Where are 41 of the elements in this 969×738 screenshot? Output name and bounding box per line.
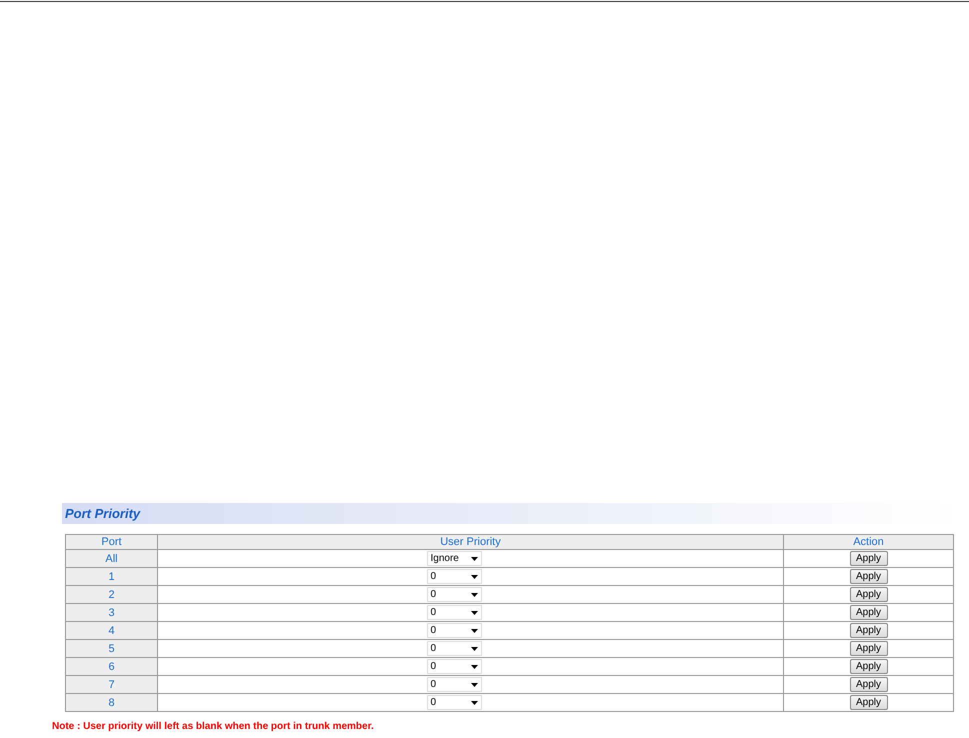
priority-select[interactable]: 0 bbox=[426, 659, 482, 674]
section-title: Port Priority bbox=[65, 504, 140, 523]
port-cell: 8 bbox=[66, 694, 158, 712]
port-cell: 5 bbox=[66, 640, 158, 658]
apply-button[interactable]: Apply bbox=[850, 551, 888, 566]
apply-button[interactable]: Apply bbox=[850, 695, 888, 710]
dropdown-caret-icon bbox=[470, 682, 478, 686]
port-cell: 4 bbox=[66, 622, 158, 640]
note-text: Note : User priority will left as blank when the port in trunk member. bbox=[52, 721, 374, 732]
dropdown-caret-icon bbox=[470, 646, 478, 650]
priority-select[interactable]: 0 bbox=[426, 587, 482, 602]
column-header: Port bbox=[66, 534, 158, 550]
dropdown-caret-icon bbox=[470, 610, 478, 614]
apply-button[interactable]: Apply bbox=[850, 677, 888, 692]
column-header: Action bbox=[784, 534, 954, 550]
dropdown-caret-icon bbox=[470, 664, 478, 668]
apply-button[interactable]: Apply bbox=[850, 605, 888, 620]
apply-button[interactable]: Apply bbox=[850, 659, 888, 674]
dropdown-caret-icon bbox=[470, 574, 478, 578]
dropdown-caret-icon bbox=[470, 628, 478, 632]
priority-select[interactable]: 0 bbox=[426, 641, 482, 656]
apply-button[interactable]: Apply bbox=[850, 587, 888, 602]
priority-select[interactable]: 0 bbox=[426, 623, 482, 638]
dropdown-caret-icon bbox=[470, 592, 478, 596]
priority-select[interactable]: 0 bbox=[426, 677, 482, 692]
priority-select[interactable]: Ignore bbox=[426, 551, 482, 566]
dropdown-caret-icon bbox=[470, 700, 478, 704]
port-cell: 2 bbox=[66, 586, 158, 604]
priority-select[interactable]: 0 bbox=[426, 605, 482, 620]
apply-button[interactable]: Apply bbox=[850, 641, 888, 656]
priority-select[interactable]: 0 bbox=[426, 569, 482, 584]
apply-button[interactable]: Apply bbox=[850, 623, 888, 638]
port-cell: 1 bbox=[66, 568, 158, 586]
priority-select[interactable]: 0 bbox=[426, 695, 482, 710]
port-cell: All bbox=[66, 550, 158, 568]
column-header: User Priority bbox=[158, 534, 784, 550]
port-cell: 6 bbox=[66, 658, 158, 676]
dropdown-caret-icon bbox=[470, 556, 478, 560]
port-cell: 7 bbox=[66, 676, 158, 694]
port-cell: 3 bbox=[66, 604, 158, 622]
apply-button[interactable]: Apply bbox=[850, 569, 888, 584]
